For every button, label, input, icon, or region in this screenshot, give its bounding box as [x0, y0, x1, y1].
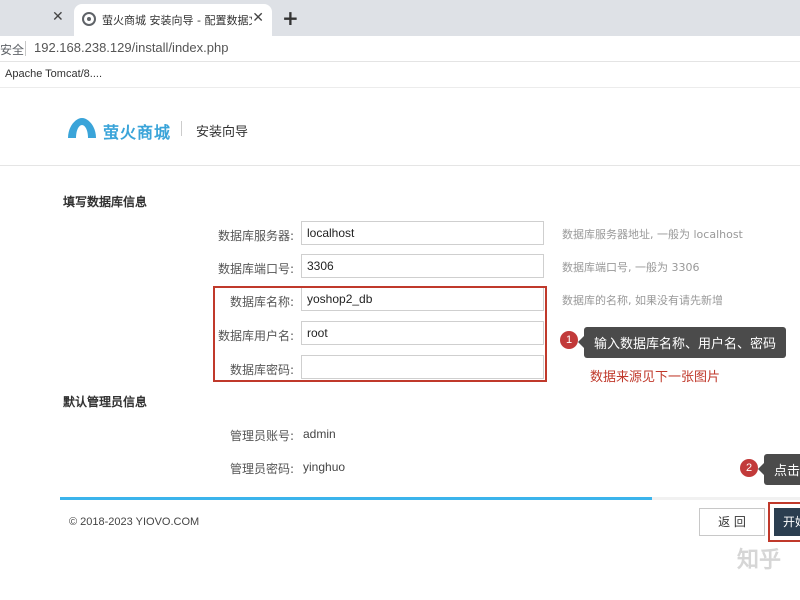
- address-bar: 安全 192.168.238.129/install/index.php: [0, 36, 800, 62]
- highlight-frame: [768, 502, 800, 542]
- copyright: © 2018-2023 YIOVO.COM: [69, 516, 200, 528]
- tab-title: 萤火商城 安装向导 - 配置数据文: [102, 14, 252, 27]
- install-progress: [60, 497, 800, 500]
- back-button[interactable]: 返 回: [699, 508, 765, 536]
- admin-account-label: 管理员账号:: [229, 429, 294, 443]
- step-marker-1: 1: [560, 331, 578, 349]
- new-tab-button[interactable]: +: [282, 6, 299, 30]
- db-name-hint: 数据库的名称, 如果没有请先新增: [562, 294, 723, 307]
- db-server-label: 数据库服务器:: [217, 229, 294, 243]
- bookmark-bar: Apache Tomcat/8....: [0, 62, 800, 88]
- page-subtitle: 安装向导: [196, 125, 249, 140]
- db-port-hint: 数据库端口号, 一般为 3306: [562, 261, 700, 274]
- close-icon[interactable]: ✕: [52, 9, 64, 25]
- admin-password-value: yinghuo: [303, 460, 346, 474]
- watermark: 知乎: [737, 548, 782, 573]
- divider: [25, 41, 26, 56]
- close-icon[interactable]: ✕: [252, 10, 264, 26]
- db-port-label: 数据库端口号:: [217, 262, 294, 276]
- admin-account-value: admin: [303, 427, 336, 441]
- url-field[interactable]: 192.168.238.129/install/index.php: [34, 40, 228, 55]
- brand-name: 萤火商城: [103, 123, 172, 142]
- page-header: 萤火商城 安装向导: [0, 88, 800, 166]
- callout-2: 点击开: [757, 454, 800, 485]
- db-port-input[interactable]: [301, 254, 544, 278]
- install-progress-fill: [60, 497, 652, 500]
- page-loading-icon: [82, 12, 96, 26]
- security-label[interactable]: 安全: [0, 41, 24, 58]
- bookmark-item[interactable]: Apache Tomcat/8....: [5, 68, 102, 80]
- callout-1: 输入数据库名称、用户名、密码: [577, 327, 787, 358]
- admin-password-label: 管理员密码:: [229, 462, 294, 476]
- highlight-frame: [213, 286, 547, 382]
- logo-icon: [68, 118, 96, 138]
- db-server-hint: 数据库服务器地址, 一般为 localhost: [562, 228, 743, 241]
- active-tab[interactable]: 萤火商城 安装向导 - 配置数据文 ✕: [74, 4, 272, 36]
- db-server-input[interactable]: [301, 221, 544, 245]
- source-note: 数据来源见下一张图片: [590, 370, 721, 385]
- db-section-title: 填写数据库信息: [63, 195, 148, 209]
- divider: [181, 121, 182, 136]
- tab-bar: ✕ 萤火商城 安装向导 - 配置数据文 ✕ +: [0, 0, 800, 36]
- admin-section-title: 默认管理员信息: [63, 395, 148, 409]
- step-marker-2: 2: [740, 459, 758, 477]
